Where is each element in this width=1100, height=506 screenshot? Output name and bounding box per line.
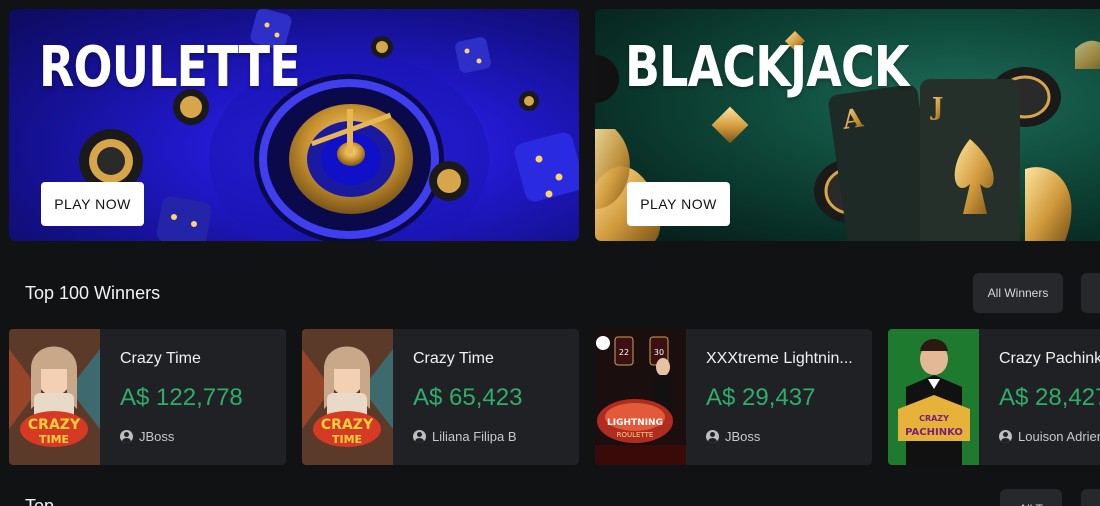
win-amount: A$ 28,427: [999, 384, 1100, 411]
roulette-banner[interactable]: ROULETTE PLAY NOW: [9, 9, 579, 241]
all-winners-button[interactable]: All Winners: [973, 273, 1063, 313]
winner-user: Liliana Filipa B: [413, 429, 517, 444]
banner-title: BLACKJACK: [625, 35, 909, 100]
casino-lobby: ROULETTE PLAY NOW A J BLACKJACK PLAY NOW…: [0, 0, 1100, 506]
svg-text:LIGHTNING: LIGHTNING: [607, 418, 663, 428]
svg-text:ROULETTE: ROULETTE: [617, 431, 654, 439]
winner-card[interactable]: CRAZY PACHINKO Crazy Pachink A$ 28,427 L…: [888, 329, 1100, 465]
section-title: Top 100 Winners: [25, 283, 161, 303]
banner-title: ROULETTE: [39, 35, 301, 100]
winner-username: JBoss: [725, 429, 761, 444]
user-icon: [706, 430, 719, 443]
game-name: Crazy Time: [413, 350, 494, 367]
blackjack-banner[interactable]: A J BLACKJACK PLAY NOW: [595, 9, 1100, 241]
svg-text:CRAZY: CRAZY: [28, 417, 81, 433]
svg-text:CRAZY: CRAZY: [919, 414, 949, 423]
play-now-button[interactable]: PLAY NOW: [627, 182, 730, 226]
game-thumbnail: CRAZY TIME: [302, 329, 393, 465]
winner-user: Louison Adrien: [999, 429, 1100, 444]
game-name: XXXtreme Lightnin...: [706, 350, 853, 367]
winner-username: Louison Adrien: [1018, 429, 1100, 444]
svg-text:PACHINKO: PACHINKO: [905, 427, 963, 438]
winner-card[interactable]: 22 30 LIGHTNING ROULETTE XXXtreme Lightn…: [595, 329, 872, 465]
scroll-arrow-button[interactable]: [1081, 489, 1100, 506]
winner-username: JBoss: [139, 429, 175, 444]
winner-user: JBoss: [706, 429, 760, 444]
play-now-button[interactable]: PLAY NOW: [41, 182, 144, 226]
winner-card[interactable]: CRAZY TIME Crazy Time A$ 122,778 JBoss: [9, 329, 286, 465]
svg-text:CRAZY: CRAZY: [321, 417, 374, 433]
game-name: Crazy Time: [120, 350, 201, 367]
win-amount: A$ 29,437: [706, 384, 816, 411]
svg-text:30: 30: [654, 348, 664, 357]
win-amount: A$ 122,778: [120, 384, 243, 411]
all-button[interactable]: All T: [1000, 489, 1062, 506]
win-amount: A$ 65,423: [413, 384, 523, 411]
user-icon: [413, 430, 426, 443]
svg-text:TIME: TIME: [39, 433, 69, 446]
svg-text:TIME: TIME: [332, 433, 362, 446]
winner-username: Liliana Filipa B: [432, 429, 517, 444]
winner-card[interactable]: CRAZY TIME Crazy Time A$ 65,423 Liliana …: [302, 329, 579, 465]
user-icon: [999, 430, 1012, 443]
game-thumbnail: CRAZY PACHINKO: [888, 329, 979, 465]
winner-user: JBoss: [120, 429, 174, 444]
game-thumbnail: 22 30 LIGHTNING ROULETTE: [595, 329, 686, 465]
section-title: Top: [25, 496, 55, 506]
game-name: Crazy Pachink: [999, 350, 1100, 367]
user-icon: [120, 430, 133, 443]
svg-text:J: J: [930, 92, 943, 121]
scroll-arrow-button[interactable]: [1081, 273, 1100, 313]
game-thumbnail: CRAZY TIME: [9, 329, 100, 465]
svg-text:22: 22: [619, 348, 629, 357]
